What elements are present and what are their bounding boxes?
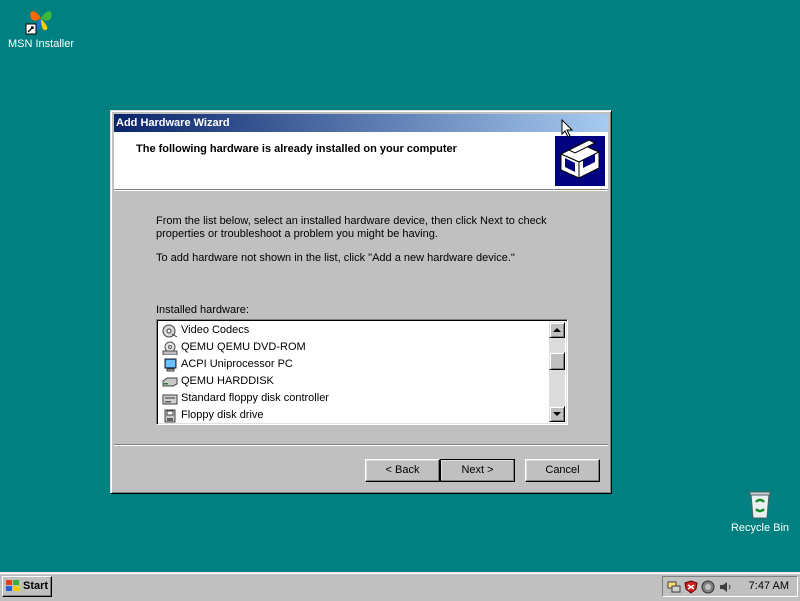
desktop-icon-label: Recycle Bin [730,522,790,534]
arrow-up-icon [553,328,561,332]
dvd-drive-icon [162,341,178,355]
list-item-label: Standard floppy disk controller [181,392,329,404]
cancel-button[interactable]: Cancel [525,459,600,482]
title-bar[interactable]: Add Hardware Wizard [114,114,608,132]
hard-disk-icon [162,375,178,389]
list-item-label: ACPI Uniprocessor PC [181,358,293,370]
list-item[interactable]: QEMU HARDDISK [159,373,547,390]
list-item[interactable]: Video Codecs [159,322,547,339]
list-scrollbar[interactable] [549,322,565,422]
antivirus-icon[interactable] [701,580,715,594]
scroll-down-button[interactable] [549,406,565,422]
header-divider [114,190,608,191]
computer-icon [162,358,178,372]
codec-icon [162,324,178,338]
system-tray: 7:47 AM [662,576,798,597]
wizard-header: The following hardware is already instal… [114,132,608,190]
list-item[interactable]: Standard floppy disk controller [159,390,547,407]
installed-hardware-label: Installed hardware: [156,304,249,316]
hardware-wizard-icon [555,136,605,186]
add-hardware-wizard-window: Add Hardware Wizard The following hardwa… [110,110,612,494]
security-shield-icon[interactable] [684,580,698,594]
clock[interactable]: 7:47 AM [749,577,789,596]
start-button[interactable]: Start [2,576,52,597]
scroll-up-button[interactable] [549,322,565,338]
list-item-label: QEMU QEMU DVD-ROM [181,341,306,353]
window-title: Add Hardware Wizard [116,117,230,129]
list-item[interactable]: QEMU QEMU DVD-ROM [159,339,547,356]
mouse-cursor-icon [561,119,573,138]
next-button[interactable]: Next > [440,459,515,482]
wizard-header-title: The following hardware is already instal… [136,143,457,155]
floppy-controller-icon [162,392,178,406]
scroll-thumb[interactable] [549,352,565,370]
list-item[interactable]: Floppy disk drive [159,407,547,424]
msn-butterfly-icon [25,4,57,36]
list-item[interactable]: ACPI Uniprocessor PC [159,356,547,373]
installed-hardware-list[interactable]: Video Codecs QEMU QEMU DVD-ROM ACPI Unip… [156,319,568,425]
wizard-description: From the list below, select an installed… [156,215,547,240]
volume-icon[interactable] [718,580,732,594]
windows-logo-icon [6,580,20,592]
recycle-bin-icon [744,488,776,520]
back-button[interactable]: < Back [365,459,440,482]
desktop-icon-msn-installer[interactable]: MSN Installer [1,4,81,51]
floppy-drive-icon [162,409,178,423]
list-item-label: Video Codecs [181,324,250,336]
list-item-label: QEMU HARDDISK [181,375,274,387]
taskbar: Start 7:47 AM [0,572,800,601]
button-separator [114,444,608,446]
start-label: Start [23,580,49,592]
desktop-icon-label: MSN Installer [7,38,75,50]
list-item-label: Floppy disk drive [181,409,264,421]
network-icon[interactable] [667,580,681,594]
arrow-down-icon [553,412,561,416]
desktop-icon-recycle-bin[interactable]: Recycle Bin [720,488,800,535]
wizard-add-hint: To add hardware not shown in the list, c… [156,252,515,264]
